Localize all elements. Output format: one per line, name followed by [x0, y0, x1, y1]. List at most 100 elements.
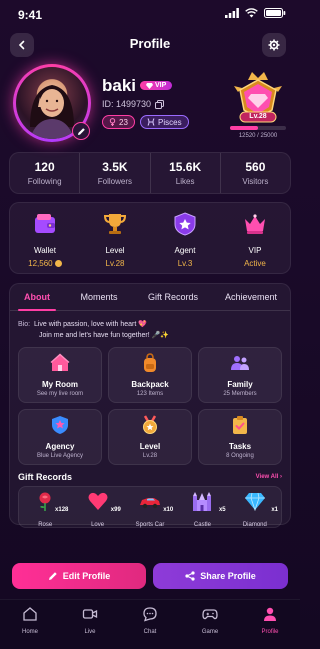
- stat-value: 120: [34, 160, 55, 174]
- nav-live[interactable]: Live: [60, 600, 120, 649]
- feature-subtitle: 25 Members: [223, 391, 257, 397]
- nav-home[interactable]: Home: [0, 600, 60, 649]
- copy-id-button[interactable]: [155, 99, 165, 109]
- quick-label: VIP: [248, 246, 262, 255]
- status-bar: 9:41: [0, 0, 300, 26]
- age-text: 23: [119, 117, 128, 127]
- quick-actions-card: Wallet 12,560 Level Lv.28 Agent Lv.3 VIP…: [9, 202, 291, 274]
- tab-bar: About Moments Gift Records Achievement: [10, 284, 290, 311]
- nav-label: Profile: [261, 629, 279, 635]
- gift-records-list: x128 Rose x99 Love x10 Sports Car x5 Cas…: [18, 486, 282, 528]
- feature-family[interactable]: Family 25 Members: [198, 347, 282, 403]
- coin-icon: [54, 260, 62, 267]
- quick-agent[interactable]: Agent Lv.3: [150, 203, 220, 273]
- feature-title: My Room: [42, 380, 78, 389]
- wallet-balance: 12,560: [28, 259, 53, 268]
- gift-name: Castle: [193, 522, 211, 528]
- page-title: Profile: [129, 36, 171, 51]
- level-progress-text: 12520 / 25000: [238, 133, 278, 139]
- nav-label: Home: [21, 629, 38, 635]
- stat-value: 15.6K: [169, 160, 202, 174]
- gift-name: Sports Car: [135, 522, 165, 528]
- nav-profile[interactable]: Profile: [240, 600, 300, 649]
- edit-profile-label: Edit Profile: [62, 571, 111, 581]
- tab-about[interactable]: About: [10, 284, 64, 311]
- diamond-icon: [244, 492, 265, 512]
- gift-item-rose[interactable]: x128 Rose: [19, 487, 71, 528]
- feature-agency[interactable]: Agency Blue Live Agency: [18, 409, 102, 465]
- edit-avatar-button[interactable]: [72, 122, 90, 140]
- level-emblem[interactable]: Lv.28: [232, 70, 284, 130]
- tab-gift-records[interactable]: Gift Records: [134, 284, 212, 310]
- gift-count: x128: [55, 507, 69, 513]
- stat-value: 560: [245, 160, 266, 174]
- nav-chat[interactable]: Chat: [120, 600, 180, 649]
- settings-button[interactable]: [262, 33, 286, 57]
- clipboard-icon: [233, 416, 247, 434]
- stat-label: Visitors: [242, 177, 269, 186]
- quick-value: Lv.3: [177, 259, 193, 268]
- quick-vip[interactable]: VIP Active: [220, 203, 290, 273]
- trophy-icon: [103, 214, 127, 234]
- home-icon: [23, 607, 37, 621]
- quick-value: 12,560: [10, 259, 80, 268]
- gift-item-castle[interactable]: x5 Castle: [176, 487, 228, 528]
- edit-profile-button[interactable]: Edit Profile: [12, 563, 146, 589]
- nav-label: Chat: [143, 629, 157, 635]
- agency-shield-icon: [52, 416, 68, 434]
- tab-moments[interactable]: Moments: [64, 284, 134, 310]
- quick-level[interactable]: Level Lv.28: [80, 203, 150, 273]
- level-crest-icon: [234, 72, 282, 123]
- tab-achievement[interactable]: Achievement: [212, 284, 290, 310]
- quick-value: Lv.28: [105, 259, 125, 268]
- profile-name: baki: [102, 76, 137, 95]
- zodiac-tag: Pisces: [140, 115, 189, 129]
- wallet-icon: [35, 214, 55, 233]
- quick-wallet[interactable]: Wallet 12,560: [10, 203, 80, 273]
- user-id-text: ID: 1499730: [102, 99, 152, 109]
- level-progress-fill: [230, 126, 259, 130]
- quick-label: Level: [105, 246, 125, 255]
- gamepad-icon: [202, 609, 218, 620]
- stat-label: Followers: [97, 177, 132, 186]
- gift-records-title: Gift Records: [18, 472, 73, 482]
- feature-tasks[interactable]: Tasks 8 Ongoing: [198, 409, 282, 465]
- gift-records-header: Gift Records View All ›: [10, 465, 290, 482]
- stat-following[interactable]: 120 Following: [10, 153, 81, 193]
- stat-likes[interactable]: 15.6K Likes: [151, 153, 221, 193]
- feature-subtitle: Lv.28: [142, 453, 158, 459]
- nav-game[interactable]: Game: [180, 600, 240, 649]
- quick-label: Agent: [174, 246, 196, 255]
- gift-count: x5: [218, 507, 226, 513]
- bio-line-1: Live with passion, love with heart 💖: [33, 321, 147, 328]
- feature-level[interactable]: Level Lv.28: [108, 409, 192, 465]
- feature-backpack[interactable]: Backpack 123 Items: [108, 347, 192, 403]
- vip-badge: VIP: [140, 81, 173, 90]
- gift-item-sports-car[interactable]: x10 Sports Car: [124, 487, 176, 528]
- stat-visitors[interactable]: 560 Visitors: [221, 153, 290, 193]
- pencil-icon: [77, 127, 85, 135]
- female-icon: [109, 118, 116, 126]
- profile-panel: About Moments Gift Records Achievement B…: [9, 283, 291, 528]
- feature-subtitle: 123 Items: [136, 391, 164, 397]
- battery-icon: [264, 8, 286, 18]
- stats-card: 120 Following 3.5K Followers 15.6K Likes…: [9, 152, 291, 194]
- backpack-icon: [144, 353, 156, 372]
- gift-item-diamond[interactable]: x1 Diamond: [229, 487, 281, 528]
- feature-title: Tasks: [228, 442, 252, 451]
- medal-icon: [143, 415, 157, 434]
- view-all-link[interactable]: View All ›: [256, 474, 282, 480]
- bottom-nav: Home Live Chat Game Profile: [0, 599, 300, 649]
- pisces-icon: [147, 118, 155, 126]
- gift-item-love[interactable]: x99 Love: [71, 487, 123, 528]
- house-icon: [50, 353, 70, 371]
- feature-my-room[interactable]: My Room See my live room: [18, 347, 102, 403]
- share-profile-button[interactable]: Share Profile: [153, 563, 288, 589]
- feature-title: Level: [139, 442, 161, 451]
- stat-followers[interactable]: 3.5K Followers: [80, 153, 151, 193]
- zodiac-text: Pisces: [158, 117, 182, 127]
- feature-subtitle: Blue Live Agency: [36, 453, 84, 459]
- nav-label: Game: [201, 629, 219, 635]
- castle-icon: [193, 492, 212, 511]
- feature-title: Family: [227, 380, 253, 389]
